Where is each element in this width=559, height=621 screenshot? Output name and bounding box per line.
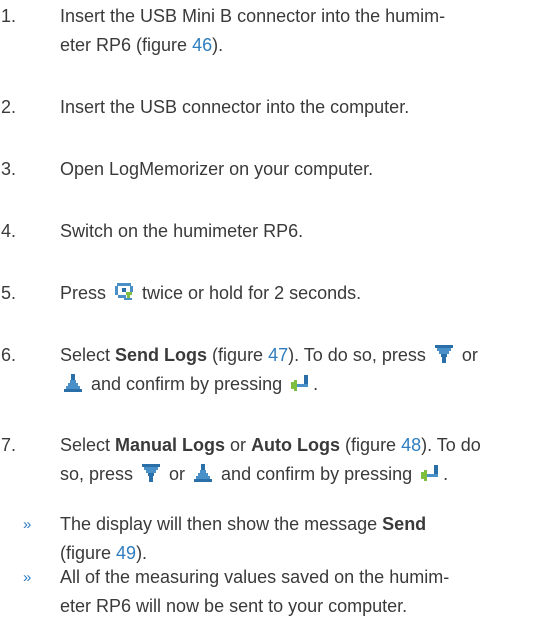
arrow-up-icon <box>62 372 84 394</box>
enter-icon <box>289 372 311 394</box>
step-text: Select Send Logs (figure 47). To do so, … <box>60 343 478 394</box>
step-number: 7. <box>1 435 17 455</box>
step-text: Insert the USB Mini B connector into the… <box>60 6 446 55</box>
menu-item-name: Manual Logs <box>115 435 226 455</box>
figure-link[interactable]: 48 <box>401 435 421 455</box>
step-text: Switch on the humimeter RP6. <box>60 221 304 241</box>
note-marker: » <box>23 569 32 586</box>
step-text: Open LogMemorizer on your computer. <box>60 159 374 179</box>
message-name: Send <box>382 514 427 534</box>
note-text: All of the measuring values saved on the… <box>60 567 450 616</box>
menu-item-name: Auto Logs <box>251 435 341 455</box>
figure-link[interactable]: 49 <box>116 543 136 563</box>
note-marker: » <box>23 516 32 533</box>
arrow-up-icon <box>192 462 214 484</box>
step-text: Press twice or hold for 2 seconds. <box>60 281 362 303</box>
menu-item-name: Send Logs <box>115 345 208 365</box>
figure-link[interactable]: 46 <box>192 35 212 55</box>
step-number: 6. <box>1 345 17 365</box>
step-number: 1. <box>1 6 17 26</box>
note-text: The display will then show the message S… <box>60 514 427 563</box>
arrow-down-icon <box>433 343 455 365</box>
figure-link[interactable]: 47 <box>268 345 288 365</box>
step-number: 3. <box>1 159 17 179</box>
step-number: 4. <box>1 221 17 241</box>
arrow-down-icon <box>140 462 162 484</box>
rotate-start-icon <box>113 281 135 303</box>
step-number: 5. <box>1 283 17 303</box>
enter-icon <box>419 462 441 484</box>
step-text: Insert the USB connector into the comput… <box>60 97 410 117</box>
step-number: 2. <box>1 97 17 117</box>
step-text: Select Manual Logs or Auto Logs (figure … <box>60 435 481 484</box>
